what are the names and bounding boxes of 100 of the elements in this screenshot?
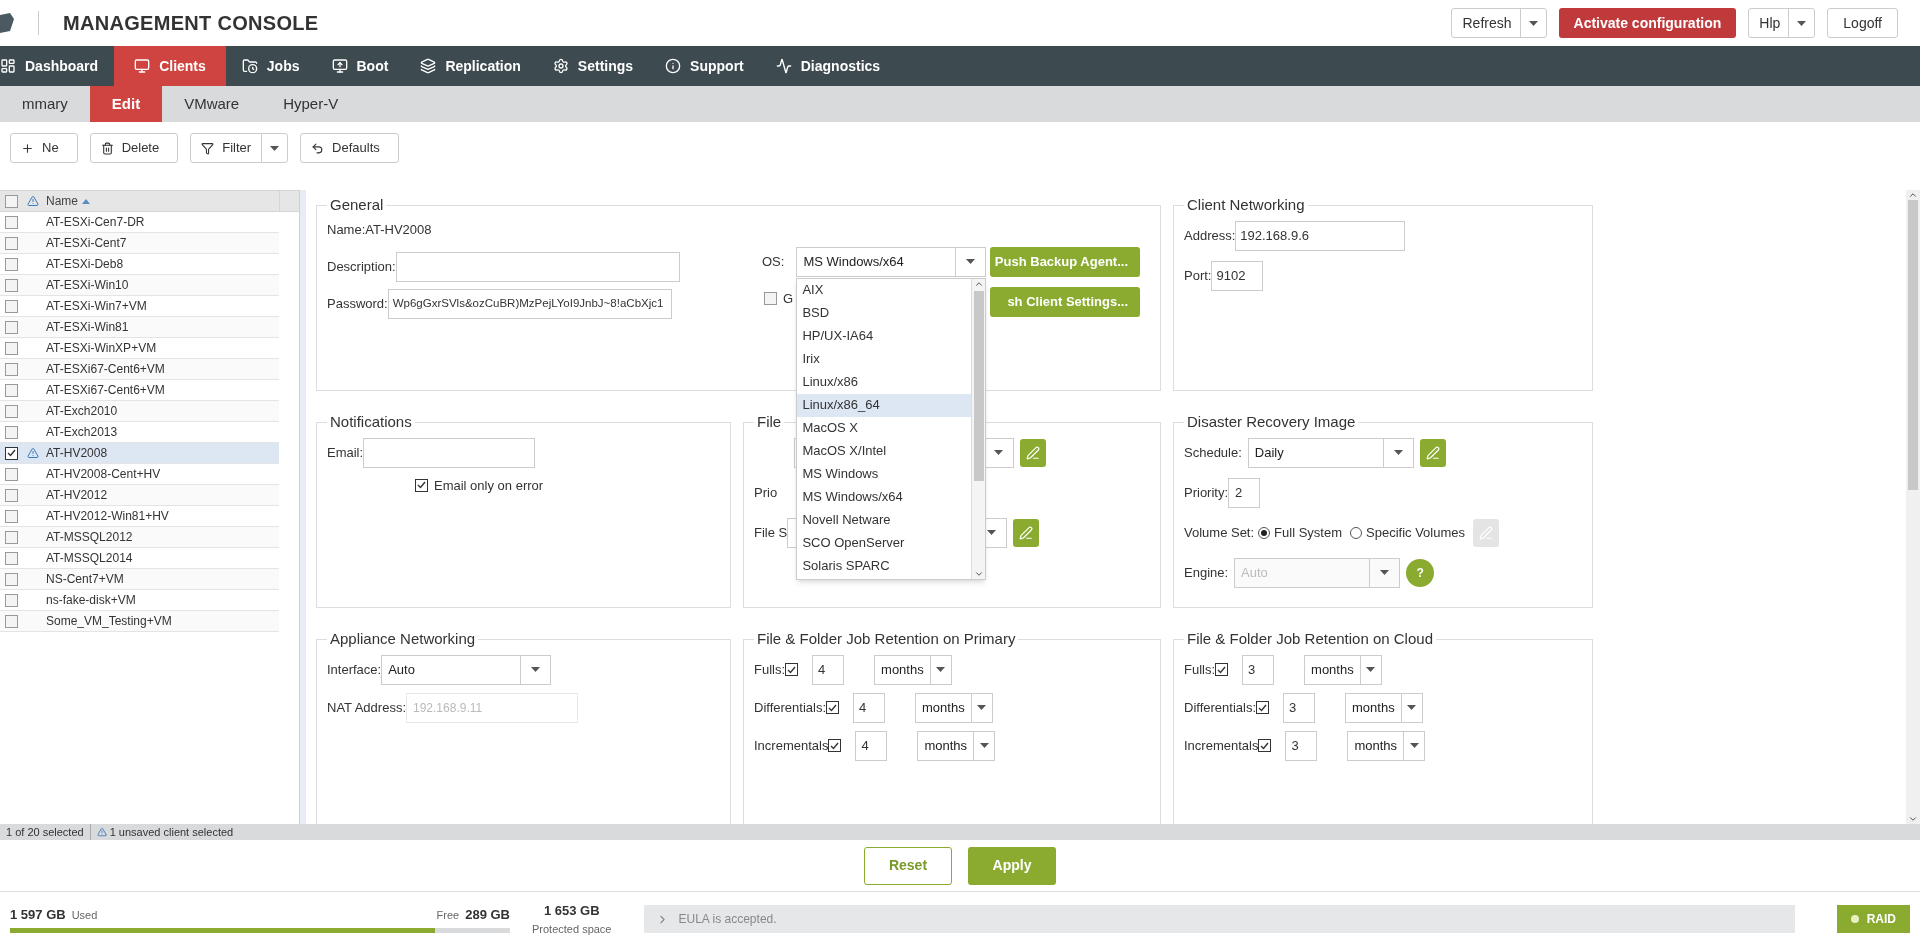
os-option[interactable]: MacOS X/Intel bbox=[797, 439, 972, 463]
input-field[interactable]: 9102 bbox=[1211, 260, 1264, 291]
checkbox[interactable] bbox=[4, 593, 18, 607]
dropdown[interactable]: Auto bbox=[381, 654, 552, 685]
checkbox[interactable] bbox=[4, 467, 18, 481]
unit-dropdown[interactable]: months bbox=[1345, 692, 1423, 723]
client-row[interactable]: NS-Cent7+VM bbox=[0, 569, 279, 590]
checkbox[interactable] bbox=[415, 478, 428, 492]
checkbox[interactable] bbox=[1258, 739, 1272, 752]
input-field[interactable] bbox=[395, 252, 680, 282]
checkbox[interactable] bbox=[1215, 663, 1229, 676]
email-field[interactable] bbox=[363, 437, 536, 468]
edit-button[interactable] bbox=[1013, 518, 1040, 547]
checkbox[interactable] bbox=[4, 614, 18, 628]
toolbar-button[interactable]: Filter bbox=[190, 133, 289, 163]
dropdown[interactable]: Daily bbox=[1247, 437, 1414, 468]
input-field[interactable]: Wp6gGxrSVls&ozCuBR)MzPejLYoI9JnbJ~8!aCbXjc1 bbox=[387, 289, 672, 319]
os-option[interactable]: Linux/x86_64 bbox=[797, 393, 972, 417]
nav-tab[interactable]: Replication bbox=[404, 46, 537, 86]
nav-tab[interactable]: Dashboard bbox=[0, 46, 115, 86]
checkbox[interactable] bbox=[4, 362, 18, 376]
client-row[interactable]: AT-ESXi-Win81 bbox=[0, 317, 279, 338]
os-dropdown[interactable]: MS Windows/x64 bbox=[796, 246, 987, 277]
checkbox[interactable] bbox=[785, 663, 799, 676]
client-row[interactable]: AT-HV2012 bbox=[0, 485, 279, 506]
client-row[interactable]: AT-MSSQL2012 bbox=[0, 527, 279, 548]
input-field[interactable]: 3 bbox=[1242, 654, 1275, 685]
checkbox[interactable] bbox=[4, 551, 18, 565]
os-option[interactable]: BSD bbox=[797, 301, 972, 325]
checkbox[interactable] bbox=[4, 488, 18, 502]
edit-button[interactable] bbox=[1020, 438, 1046, 467]
os-option[interactable]: HP/UX-IA64 bbox=[797, 324, 972, 348]
checkbox[interactable] bbox=[4, 383, 18, 397]
unit-dropdown[interactable]: months bbox=[1304, 654, 1383, 685]
input-field[interactable]: 4 bbox=[812, 654, 845, 685]
unit-dropdown[interactable]: months bbox=[917, 730, 996, 761]
toolbar-button[interactable]: Defaults bbox=[300, 133, 399, 163]
os-option[interactable]: SCO OpenServer bbox=[797, 531, 972, 555]
toolbar-button[interactable]: Delete bbox=[89, 133, 179, 163]
split-button[interactable]: Hlp bbox=[1748, 8, 1816, 38]
checkbox[interactable] bbox=[4, 446, 18, 460]
client-row[interactable]: AT-ESXi-Win10 bbox=[0, 275, 279, 296]
sub-tab[interactable]: Hyper-V bbox=[261, 86, 361, 122]
free-label: Free bbox=[436, 907, 460, 923]
input-field[interactable]: 3 bbox=[1285, 730, 1318, 761]
scrollbar[interactable] bbox=[1906, 190, 1920, 824]
input-field[interactable]: 4 bbox=[855, 730, 888, 761]
os-option[interactable]: Novell Netware bbox=[797, 508, 972, 532]
client-row[interactable]: AT-ESXi-Cent7 bbox=[0, 233, 279, 254]
os-option[interactable]: MacOS X bbox=[797, 416, 972, 440]
os-option[interactable]: Solaris SPARC bbox=[797, 554, 972, 578]
select-all-checkbox[interactable] bbox=[4, 194, 18, 208]
edit-button[interactable] bbox=[1419, 438, 1446, 467]
input-field[interactable]: 4 bbox=[853, 692, 885, 723]
checkbox[interactable] bbox=[4, 509, 18, 523]
split-button[interactable]: Refresh bbox=[1451, 8, 1547, 38]
checkbox[interactable] bbox=[1256, 701, 1269, 714]
checkbox[interactable] bbox=[4, 215, 18, 229]
unit-dropdown[interactable]: months bbox=[915, 692, 993, 723]
checkbox[interactable] bbox=[4, 278, 18, 292]
toolbar-button[interactable]: Ne bbox=[10, 133, 78, 163]
checkbox[interactable] bbox=[828, 739, 842, 752]
checkbox[interactable] bbox=[4, 572, 18, 586]
sub-tab[interactable]: mmary bbox=[0, 86, 90, 122]
sub-tab[interactable]: VMware bbox=[162, 86, 262, 122]
os-option[interactable]: MS Windows/x64 bbox=[797, 485, 972, 509]
checkbox[interactable] bbox=[4, 236, 18, 250]
os-option[interactable]: Irix bbox=[797, 347, 972, 371]
nav-tab[interactable]: Diagnostics bbox=[759, 46, 897, 86]
checkbox[interactable] bbox=[4, 404, 18, 418]
sub-tab[interactable]: Edit bbox=[89, 86, 163, 122]
client-row[interactable]: AT-HV2008 bbox=[0, 443, 279, 464]
checkbox[interactable] bbox=[764, 291, 777, 305]
nav-tab[interactable]: Boot bbox=[315, 46, 405, 86]
checkbox[interactable] bbox=[4, 257, 18, 271]
client-row[interactable]: Some_VM_Testing+VM bbox=[0, 611, 279, 632]
checkbox[interactable] bbox=[826, 701, 839, 714]
unit-dropdown[interactable]: months bbox=[1347, 730, 1426, 761]
input-field[interactable]: 3 bbox=[1283, 692, 1315, 723]
nav-tab[interactable]: Support bbox=[649, 46, 760, 86]
nav-tab[interactable]: Clients bbox=[114, 46, 226, 86]
logoff-button[interactable]: Logoff bbox=[1827, 8, 1898, 38]
input-field[interactable]: 192.168.9.6 bbox=[1235, 220, 1406, 251]
nav-tab[interactable]: Settings bbox=[536, 46, 650, 86]
activate-button[interactable]: Activate configuration bbox=[1558, 8, 1737, 38]
nav-tab[interactable]: Jobs bbox=[225, 46, 316, 86]
column-header[interactable]: Name bbox=[44, 192, 90, 210]
os-option[interactable]: AIX bbox=[797, 278, 972, 302]
unit-dropdown[interactable]: months bbox=[874, 654, 953, 685]
checkbox[interactable] bbox=[4, 320, 18, 334]
checkbox[interactable] bbox=[4, 341, 18, 355]
checkbox[interactable] bbox=[4, 425, 18, 439]
input-field[interactable]: 2 bbox=[1228, 477, 1261, 508]
scrollbar[interactable] bbox=[971, 278, 986, 579]
checkbox[interactable] bbox=[4, 530, 18, 544]
os-option[interactable]: MS Windows bbox=[797, 462, 972, 486]
os-option[interactable]: Linux/x86 bbox=[797, 370, 972, 394]
checkbox[interactable] bbox=[4, 299, 18, 313]
client-row[interactable]: AT-Exch2010 bbox=[0, 401, 279, 422]
client-row[interactable]: AT-ESXi67-Cent6+VM bbox=[0, 359, 279, 380]
